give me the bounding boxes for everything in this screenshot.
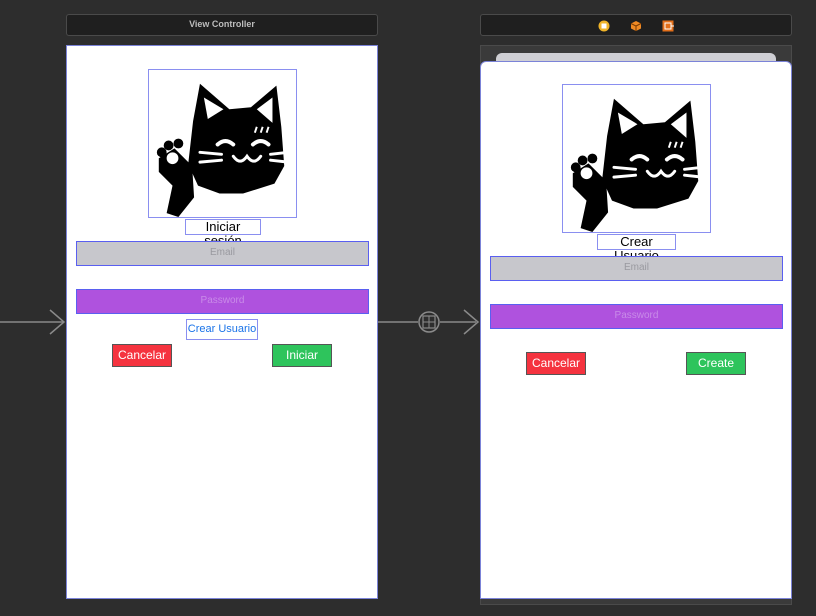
exit-icon[interactable] bbox=[662, 19, 675, 32]
create-user-link[interactable]: Crear Usuario bbox=[186, 319, 258, 340]
create-user-title-label: Crear Usuario bbox=[597, 234, 676, 263]
waving-cat-icon bbox=[156, 83, 290, 217]
scene-title-bar[interactable]: View Controller bbox=[66, 14, 378, 36]
first-responder-icon[interactable] bbox=[630, 19, 642, 31]
scene-title: View Controller bbox=[189, 19, 255, 29]
cancel-button[interactable]: Cancelar bbox=[112, 344, 172, 367]
password-field[interactable]: Password bbox=[76, 289, 369, 314]
email-field[interactable]: Email bbox=[490, 256, 783, 281]
segue-arrow[interactable] bbox=[378, 308, 480, 336]
cancel-button[interactable]: Cancelar bbox=[526, 352, 586, 375]
cat-image[interactable] bbox=[562, 84, 711, 233]
login-button[interactable]: Iniciar bbox=[272, 344, 332, 367]
create-button[interactable]: Create bbox=[686, 352, 746, 375]
password-field[interactable]: Password bbox=[490, 304, 783, 329]
login-title-label: Iniciar sesión bbox=[185, 219, 261, 248]
login-view-controller[interactable]: Iniciar sesión Email Password Crear Usua… bbox=[66, 45, 378, 599]
entry-point-arrow[interactable] bbox=[0, 308, 68, 336]
create-user-view-controller[interactable]: Crear Usuario Email Password Cancelar Cr… bbox=[480, 61, 792, 599]
cat-image[interactable] bbox=[148, 69, 297, 218]
view-controller-icon[interactable] bbox=[598, 19, 610, 32]
scene-dock[interactable] bbox=[480, 14, 792, 36]
waving-cat-icon bbox=[570, 98, 704, 232]
email-field[interactable]: Email bbox=[76, 241, 369, 266]
